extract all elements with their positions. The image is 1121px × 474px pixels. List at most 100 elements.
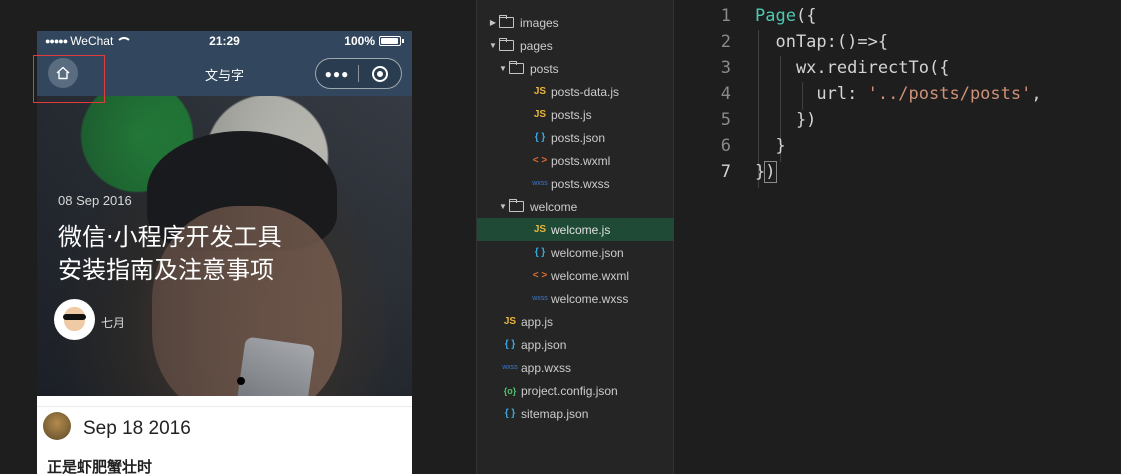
tree-file[interactable]: JS posts-data.js xyxy=(477,80,674,103)
json-file-icon: { } xyxy=(534,247,546,258)
tree-item-label: posts.wxss xyxy=(551,176,610,191)
json-file-icon: { } xyxy=(504,339,516,350)
tree-file[interactable]: wxss posts.wxss xyxy=(477,172,674,195)
wxml-file-icon: < > xyxy=(532,270,548,281)
chevron-down-icon[interactable]: ▼ xyxy=(487,41,499,50)
chevron-down-icon[interactable]: ▼ xyxy=(497,202,509,211)
matched-bracket: ) xyxy=(764,161,777,183)
tree-item-label: app.wxss xyxy=(521,360,572,375)
js-file-icon: JS xyxy=(533,86,547,97)
banner-title: 微信·小程序开发工具 安装指南及注意事项 xyxy=(58,221,318,287)
tree-file[interactable]: < > posts.wxml xyxy=(477,149,674,172)
code-line-5: }) xyxy=(755,110,817,130)
js-file-icon: JS xyxy=(503,316,517,327)
wxss-file-icon: wxss xyxy=(532,295,548,302)
tree-file[interactable]: JS app.js xyxy=(477,310,674,333)
folder-icon xyxy=(499,15,514,28)
chevron-right-icon[interactable]: ▶ xyxy=(487,18,499,27)
tree-item-label: app.json xyxy=(521,337,567,352)
highlight-box xyxy=(33,55,105,103)
json-file-icon: { } xyxy=(534,132,546,143)
article-banner[interactable]: 08 Sep 2016 微信·小程序开发工具 安装指南及注意事项 七月 xyxy=(37,96,412,396)
code-line-4: url: '../posts/posts', xyxy=(755,84,1042,104)
menu-capsule: ●●● xyxy=(315,58,402,89)
folder-icon xyxy=(499,38,514,51)
tree-folder[interactable]: ▼ pages xyxy=(477,34,674,57)
tree-file[interactable]: wxss app.wxss xyxy=(477,356,674,379)
banner-title-line2: 安装指南及注意事项 xyxy=(58,256,274,284)
status-right: 100% xyxy=(344,34,404,48)
tree-item-label: posts.wxml xyxy=(551,153,611,168)
tree-item-label: sitemap.json xyxy=(521,406,589,421)
battery-icon xyxy=(379,36,401,46)
line-number-current: 7 xyxy=(720,162,731,182)
file-explorer: ▶ images ▼ pages ▼ posts JS posts-data.js JS post… xyxy=(476,0,674,474)
code-keyword: Page xyxy=(755,6,796,26)
tree-file[interactable]: { } welcome.json xyxy=(477,241,674,264)
tree-item-label: welcome.wxml xyxy=(551,268,630,283)
wxss-file-icon: wxss xyxy=(532,180,548,187)
tree-file[interactable]: {o} project.config.json xyxy=(477,379,674,402)
config-file-icon: {o} xyxy=(503,385,517,396)
banner-date: 08 Sep 2016 xyxy=(58,193,132,208)
tree-item-label: images xyxy=(520,15,559,30)
js-file-icon: JS xyxy=(533,224,547,235)
more-button[interactable]: ●●● xyxy=(316,67,358,81)
code-text: , xyxy=(1031,84,1042,104)
tree-item-label: project.config.json xyxy=(521,383,618,398)
code-line-1: Page({ xyxy=(755,6,816,26)
close-miniprogram-button[interactable] xyxy=(359,65,401,82)
tree-folder[interactable]: ▼ posts xyxy=(477,57,674,80)
swiper-indicator-dot[interactable] xyxy=(237,377,245,385)
tree-item-label: posts.js xyxy=(551,107,592,122)
line-number: 3 xyxy=(720,58,731,78)
tree-item-label: welcome xyxy=(530,199,578,214)
code-text: } xyxy=(755,162,766,182)
code-text: url: xyxy=(755,84,868,104)
tree-file[interactable]: JS welcome.js xyxy=(477,218,674,241)
code-string: '../posts/posts' xyxy=(867,84,1032,104)
code-line-2: onTap:()=>{ xyxy=(755,32,889,52)
wxss-file-icon: wxss xyxy=(502,364,518,371)
tree-item-label: posts xyxy=(530,61,559,76)
tree-file[interactable]: { } posts.json xyxy=(477,126,674,149)
battery-percent: 100% xyxy=(344,34,375,48)
json-file-icon: { } xyxy=(504,408,516,419)
simulator-panel: ●●●●● WeChat 21:29 100% 文与字 ●●● 08 Sep 2… xyxy=(0,0,476,474)
author-avatar xyxy=(54,299,95,340)
tree-item-label: pages xyxy=(520,38,553,53)
code-editor[interactable]: 1 2 3 4 5 6 7 Page({ onTap:()=>{ wx.redi… xyxy=(675,0,1121,474)
status-bar: ●●●●● WeChat 21:29 100% xyxy=(37,31,412,51)
banner-title-line1: 微信·小程序开发工具 xyxy=(58,223,282,251)
battery-tip xyxy=(402,39,404,43)
code-line-3: wx.redirectTo({ xyxy=(755,58,950,78)
line-number: 6 xyxy=(720,136,731,156)
author-name: 七月 xyxy=(101,316,126,330)
post-title: 正是虾肥蟹壮时 xyxy=(47,458,153,474)
tree-file[interactable]: JS posts.js xyxy=(477,103,674,126)
post-item[interactable]: Sep 18 2016 正是虾肥蟹壮时 xyxy=(37,406,412,474)
tree-item-label: welcome.json xyxy=(551,245,624,260)
target-icon xyxy=(372,65,388,82)
line-number: 5 xyxy=(720,110,731,130)
tree-file[interactable]: { } app.json xyxy=(477,333,674,356)
tree-item-label: welcome.wxss xyxy=(551,291,629,306)
tree-item-label: welcome.js xyxy=(551,222,611,237)
tree-file[interactable]: { } sitemap.json xyxy=(477,402,674,425)
tree-item-label: posts-data.js xyxy=(551,84,620,99)
line-number: 1 xyxy=(720,6,731,26)
tree-folder[interactable]: ▶ images xyxy=(477,11,674,34)
tree-folder[interactable]: ▼ welcome xyxy=(477,195,674,218)
folder-icon xyxy=(509,61,524,74)
tree-file[interactable]: wxss welcome.wxss xyxy=(477,287,674,310)
tree-file[interactable]: < > welcome.wxml xyxy=(477,264,674,287)
js-file-icon: JS xyxy=(533,109,547,120)
post-avatar xyxy=(43,412,71,440)
chevron-down-icon[interactable]: ▼ xyxy=(497,64,509,73)
folder-icon xyxy=(509,199,524,212)
post-date: Sep 18 2016 xyxy=(83,418,191,439)
code-line-7: }) xyxy=(755,161,777,183)
line-number: 2 xyxy=(720,32,731,52)
code-text: ({ xyxy=(795,6,817,26)
tree-item-label: posts.json xyxy=(551,130,606,145)
